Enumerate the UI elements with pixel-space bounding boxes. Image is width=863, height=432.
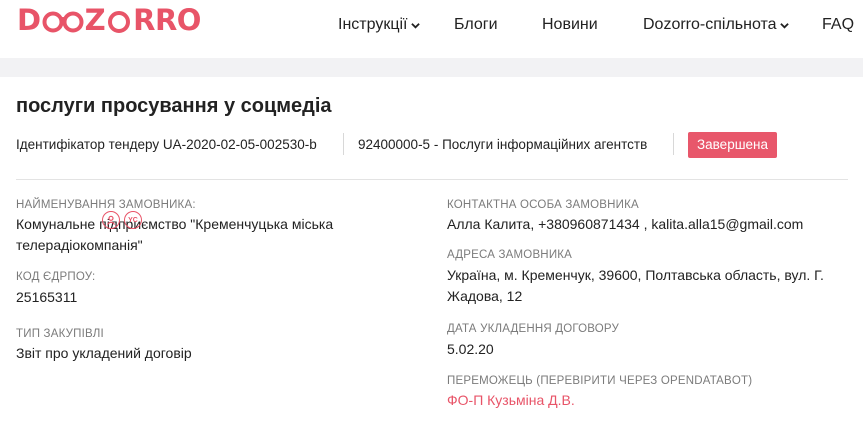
edrpou-label: КОД ЄДРПОУ: [16,271,96,283]
chevron-down-icon [410,22,420,29]
glasses-logo-icon [42,11,84,32]
contract-date-value: 5.02.20 [447,341,494,357]
winner-link[interactable]: ФО-П Кузьміна Д.В. [447,390,575,411]
tender-id: Ідентифікатор тендеру UA-2020-02-05-0025… [16,137,317,152]
youcontrol-icon-text: YC [128,216,138,224]
divider [343,133,344,155]
nav-community-label: Dozorro-спільнота [643,16,777,33]
person-icon[interactable] [102,211,120,229]
logo-text-left: D [17,3,41,37]
nav-news[interactable]: Новини [542,16,598,34]
nav-faq-label: FAQ [822,16,855,33]
o-logo-icon [108,10,131,33]
address-label: АДРЕСА ЗАМОВНИКА [447,249,573,261]
type-value: Звіт про укладений договір [16,345,192,361]
status-badge: Завершена [688,132,778,158]
contact-label: КОНТАКТНА ОСОБА ЗАМОВНИКА [447,199,639,211]
tender-cpv: 92400000-5 - Послуги інформаційних агент… [358,137,648,152]
winner-label[interactable]: ПЕРЕМОЖЕЦЬ (ПЕРЕВІРИТИ ЧЕРЕЗ OPENDATABOT… [447,375,752,387]
contract-date-label: ДАТА УКЛАДЕННЯ ДОГОВОРУ [447,323,620,335]
address-value: Україна, м. Кременчук, 39600, Полтавська… [447,267,824,304]
nav-faq[interactable]: FAQ [822,16,854,34]
tender-card: послуги просування у соцмедіа Ідентифіка… [0,77,863,432]
site-header: D Z RRO Інструкції Блоги Новини Dozorro-… [0,0,863,58]
logo-text-mid: Z [84,3,106,37]
edrpou-value: 25165311 [16,289,78,305]
nav-blogs-label: Блоги [454,16,498,33]
type-label: ТИП ЗАКУПІВЛІ [16,328,104,340]
nav-instructions-label: Інструкції [338,16,408,33]
nav-instructions[interactable]: Інструкції [338,16,420,34]
customer-value: Комунальне підприємство "Кременчуцька мі… [16,216,334,253]
divider [16,179,848,180]
chevron-down-icon [779,22,789,29]
nav-community[interactable]: Dozorro-спільнота [643,16,789,34]
contact-value: Алла Калита, +380960871434 , kalita.alla… [447,216,804,232]
youcontrol-icon[interactable]: YC [124,211,142,229]
dozorro-logo[interactable]: D Z RRO [17,6,201,35]
nav-news-label: Новини [542,16,598,33]
nav-blogs[interactable]: Блоги [454,16,498,34]
tender-title: послуги просування у соцмедіа [16,95,332,117]
edrpou-icons: YC [102,211,142,229]
divider [673,133,674,155]
customer-label: НАЙМЕНУВАННЯ ЗАМОВНИКА: [16,199,196,211]
logo-text-right: RRO [133,3,201,37]
